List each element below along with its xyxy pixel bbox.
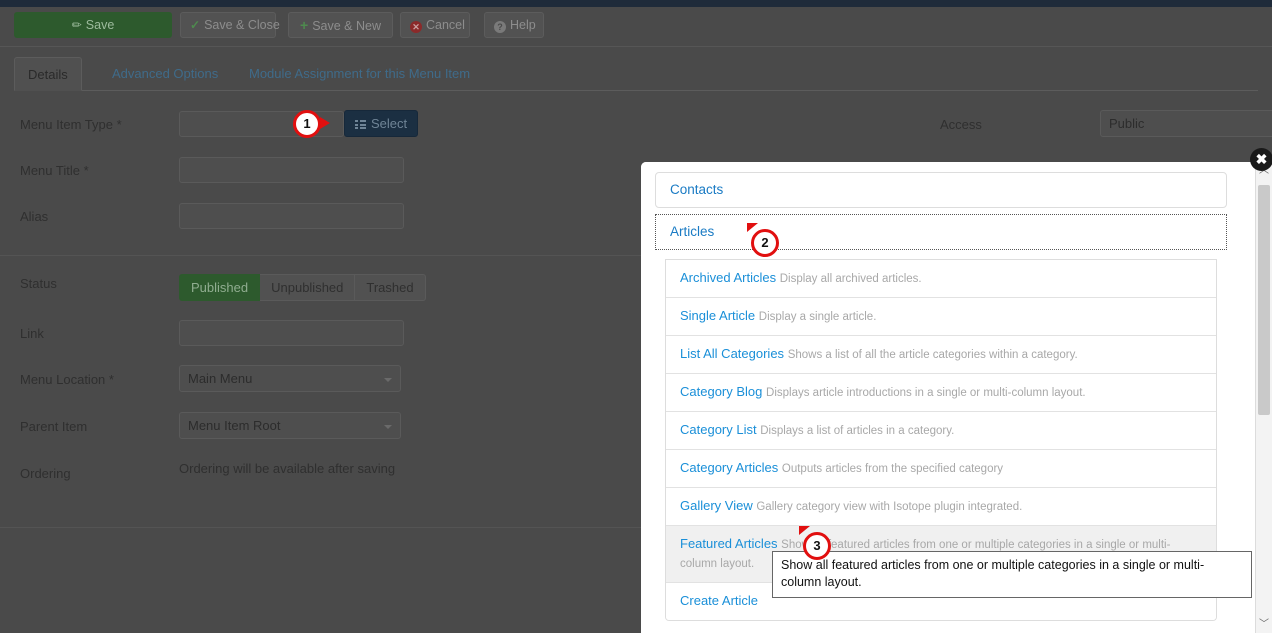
help-button[interactable]: ? Help [484, 12, 544, 38]
status-option-published[interactable]: Published [179, 274, 261, 301]
list-item[interactable]: Category Articles Outputs articles from … [666, 450, 1216, 488]
step-badge-2-number: 2 [751, 229, 779, 257]
link-input[interactable] [179, 320, 404, 346]
save-new-button[interactable]: + Save & New [288, 12, 393, 38]
status-button-group: Published Unpublished Trashed [179, 274, 426, 301]
chevron-down-icon [384, 378, 392, 382]
link-label: Link [20, 326, 44, 341]
scroll-down-arrow[interactable]: ﹀ [1256, 616, 1272, 633]
list-item-title: Category List [680, 422, 757, 437]
help-button-label: Help [510, 18, 536, 32]
list-item-desc: Display all archived articles. [779, 273, 922, 285]
list-item-title: Create Article [680, 593, 759, 608]
top-strip [0, 0, 1272, 7]
parent-item-select[interactable]: Menu Item Root [179, 412, 401, 439]
accordion-header-contacts[interactable]: Contacts [655, 172, 1227, 208]
list-item-title: Category Blog [680, 384, 763, 399]
list-item-title: Gallery View [680, 498, 753, 513]
list-item-title: Featured Articles [680, 536, 778, 551]
list-item[interactable]: Archived Articles Display all archived a… [666, 259, 1216, 298]
list-item-desc: Shows a list of all the article categori… [787, 349, 1078, 361]
save-icon: ✏ [71, 18, 82, 32]
list-item-desc: Displays a list of articles in a categor… [760, 425, 955, 437]
alias-label: Alias [20, 209, 49, 224]
menu-location-select[interactable]: Main Menu [179, 365, 401, 392]
list-item[interactable]: Category Blog Displays article introduct… [666, 374, 1216, 412]
tab-details[interactable]: Details [14, 57, 82, 91]
save-button[interactable]: ✏ Save [14, 12, 172, 38]
cancel-icon: ✕ [410, 21, 422, 33]
list-item[interactable]: Single Article Display a single article. [666, 298, 1216, 336]
menu-location-label: Menu Location * [20, 372, 114, 387]
menu-location-value: Main Menu [188, 371, 253, 386]
cancel-button[interactable]: ✕ Cancel [400, 12, 470, 38]
plus-icon: + [300, 17, 309, 33]
toolbar: ✏ Save ✓ Save & Close + Save & New ✕ Cancel … [0, 7, 1272, 47]
list-item-title: List All Categories [680, 346, 785, 361]
modal-scrollbar[interactable]: ︿ ﹀ [1255, 162, 1272, 633]
list-item-title: Category Articles [680, 460, 779, 475]
save-button-label: Save [85, 18, 115, 32]
step-badge-1: 1 [293, 110, 330, 138]
parent-item-value: Menu Item Root [188, 418, 281, 433]
tab-module-assignment[interactable]: Module Assignment for this Menu Item [236, 57, 483, 91]
list-icon [355, 120, 366, 129]
step-badge-3-number: 3 [803, 532, 831, 560]
status-option-unpublished[interactable]: Unpublished [260, 274, 356, 301]
cancel-button-label: Cancel [426, 18, 465, 32]
access-value: Public [1109, 116, 1145, 131]
list-item[interactable]: Gallery View Gallery category view with … [666, 488, 1216, 526]
tab-advanced-options[interactable]: Advanced Options [99, 57, 231, 91]
step-badge-3: 3 [799, 526, 831, 560]
ordering-label: Ordering [20, 466, 71, 481]
ordering-value: Ordering will be available after saving [179, 461, 396, 476]
save-new-button-label: Save & New [312, 19, 381, 33]
list-item-title: Single Article [680, 308, 756, 323]
menu-title-input[interactable] [179, 157, 404, 183]
app-root: ✏ Save ✓ Save & Close + Save & New ✕ Cancel … [0, 0, 1272, 633]
list-item-desc: Gallery category view with Isotope plugi… [756, 501, 1023, 513]
badge-pointer [320, 117, 330, 129]
tooltip: Show all featured articles from one or m… [772, 551, 1252, 598]
list-item-desc: Displays article introductions in a sing… [766, 387, 1086, 399]
close-icon[interactable]: ✖ [1250, 148, 1272, 171]
save-close-button[interactable]: ✓ Save & Close [180, 12, 280, 38]
status-label: Status [20, 276, 57, 291]
select-button-label: Select [371, 116, 408, 131]
access-select[interactable]: Public [1100, 110, 1272, 137]
scrollbar-thumb[interactable] [1258, 185, 1270, 415]
access-label: Access [940, 117, 982, 132]
save-close-button-label: Save & Close [204, 18, 280, 32]
tab-bar: Details Advanced Options Module Assignme… [14, 57, 1258, 91]
parent-item-label: Parent Item [20, 419, 88, 434]
select-button[interactable]: Select [344, 110, 419, 137]
step-badge-1-number: 1 [293, 110, 321, 138]
alias-input[interactable] [179, 203, 404, 229]
status-option-trashed[interactable]: Trashed [355, 274, 426, 301]
check-icon: ✓ [190, 18, 201, 32]
menu-title-label: Menu Title * [20, 163, 89, 178]
accordion-header-articles[interactable]: Articles [655, 214, 1227, 250]
list-item[interactable]: List All Categories Shows a list of all … [666, 336, 1216, 374]
list-item-desc: Display a single article. [758, 311, 877, 323]
menu-item-type-label: Menu Item Type * [20, 117, 122, 132]
list-item[interactable]: Category List Displays a list of article… [666, 412, 1216, 450]
chevron-down-icon [384, 425, 392, 429]
step-badge-2: 2 [747, 223, 779, 257]
help-icon: ? [494, 21, 506, 33]
list-item-desc: Outputs articles from the specified cate… [781, 463, 1004, 475]
list-item-title: Archived Articles [680, 270, 777, 285]
